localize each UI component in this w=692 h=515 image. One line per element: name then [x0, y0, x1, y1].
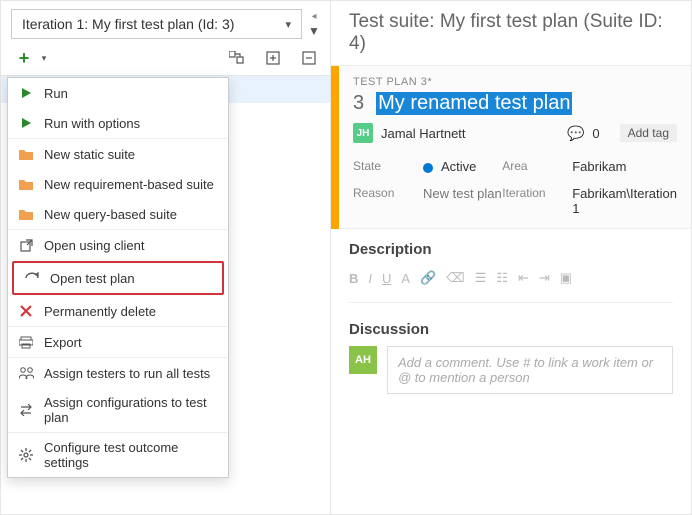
left-panel: Iteration 1: My first test plan (Id: 3) …: [1, 1, 331, 514]
discussion-count: 0: [592, 126, 599, 141]
menu-delete[interactable]: Permanently delete: [8, 296, 228, 326]
image-icon[interactable]: ▣: [560, 270, 572, 286]
type-color-bar: [331, 66, 339, 229]
people-icon: [18, 365, 34, 381]
right-panel: Test suite: My first test plan (Suite ID…: [331, 1, 691, 514]
open-icon: [18, 237, 34, 253]
toolbar-icon-1[interactable]: [228, 49, 246, 67]
breadcrumb: TEST PLAN 3*: [353, 76, 677, 88]
menu-assign-config[interactable]: Assign configurations to test plan: [8, 388, 228, 432]
indent-icon[interactable]: ⇥: [539, 270, 550, 286]
work-item-id: 3: [353, 92, 364, 115]
folder-icon: [18, 206, 34, 222]
iteration-label: Iteration: [502, 186, 572, 216]
assignee-name[interactable]: Jamal Hartnett: [381, 126, 466, 141]
menu-new-query[interactable]: New query-based suite: [8, 199, 228, 229]
iteration-selector-label: Iteration 1: My first test plan (Id: 3): [22, 16, 234, 32]
avatar: JH: [353, 123, 373, 143]
add-tag-button[interactable]: Add tag: [620, 124, 677, 142]
filter-icon[interactable]: ▼: [308, 24, 320, 38]
menu-export[interactable]: Export: [8, 327, 228, 357]
number-list-icon[interactable]: ☷: [496, 270, 508, 286]
suite-title: Test suite: My first test plan (Suite ID…: [331, 1, 691, 66]
underline-icon[interactable]: U: [382, 271, 391, 286]
menu-open-client[interactable]: Open using client: [8, 230, 228, 260]
discussion-input[interactable]: Add a comment. Use # to link a work item…: [387, 346, 673, 394]
state-label: State: [353, 159, 423, 174]
play-icon: [18, 115, 34, 131]
description-heading: Description: [349, 241, 673, 258]
add-button[interactable]: +: [15, 49, 33, 67]
current-user-avatar: AH: [349, 346, 377, 374]
state-dot-icon: [423, 163, 433, 173]
add-dropdown-icon[interactable]: ▾: [35, 49, 53, 67]
menu-run[interactable]: Run: [8, 78, 228, 108]
iteration-field[interactable]: Fabrikam\Iteration 1: [572, 186, 677, 216]
folder-icon: [18, 176, 34, 192]
chevron-down-icon: ▾: [285, 18, 291, 31]
expand-all-icon[interactable]: [264, 49, 282, 67]
work-item-header: TEST PLAN 3* 3 My renamed test plan JH J…: [331, 66, 691, 229]
font-icon[interactable]: A: [401, 271, 410, 286]
reason-field[interactable]: New test plan: [423, 186, 502, 216]
iteration-selector[interactable]: Iteration 1: My first test plan (Id: 3) …: [11, 9, 302, 39]
bold-icon[interactable]: B: [349, 271, 358, 286]
outdent-icon[interactable]: ⇤: [518, 270, 529, 286]
rich-text-toolbar: B I U A 🔗 ⌫ ☰ ☷ ⇤ ⇥ ▣: [349, 266, 673, 303]
discussion-heading: Discussion: [349, 321, 673, 338]
plan-context-menu: Run Run with options New static suite Ne…: [7, 77, 229, 478]
config-arrow-icon: [18, 402, 34, 418]
bullet-list-icon[interactable]: ☰: [475, 270, 487, 286]
clear-format-icon[interactable]: ⌫: [446, 270, 464, 286]
link-icon[interactable]: 🔗: [420, 270, 436, 286]
italic-icon[interactable]: I: [368, 271, 372, 286]
open-plan-icon: [24, 270, 40, 286]
collapse-all-icon[interactable]: [300, 49, 318, 67]
menu-new-requirement[interactable]: New requirement-based suite: [8, 169, 228, 199]
print-icon: [18, 334, 34, 350]
discussion-icon[interactable]: 💬: [567, 125, 584, 142]
tree-toolbar: + ▾: [1, 43, 330, 76]
work-item-title-input[interactable]: My renamed test plan: [376, 92, 572, 115]
menu-open-test-plan[interactable]: Open test plan: [16, 265, 220, 291]
menu-assign-testers[interactable]: Assign testers to run all tests: [8, 358, 228, 388]
menu-run-options[interactable]: Run with options: [8, 108, 228, 138]
gear-icon: [18, 447, 34, 463]
delete-icon: [18, 303, 34, 319]
menu-new-static[interactable]: New static suite: [8, 139, 228, 169]
folder-icon: [18, 146, 34, 162]
area-field[interactable]: Fabrikam: [572, 159, 677, 174]
play-icon: [18, 85, 34, 101]
area-label: Area: [502, 159, 572, 174]
chevron-left-icon[interactable]: ◂: [311, 11, 316, 22]
state-field[interactable]: Active: [423, 159, 502, 174]
menu-configure-outcome[interactable]: Configure test outcome settings: [8, 433, 228, 477]
reason-label: Reason: [353, 186, 423, 216]
